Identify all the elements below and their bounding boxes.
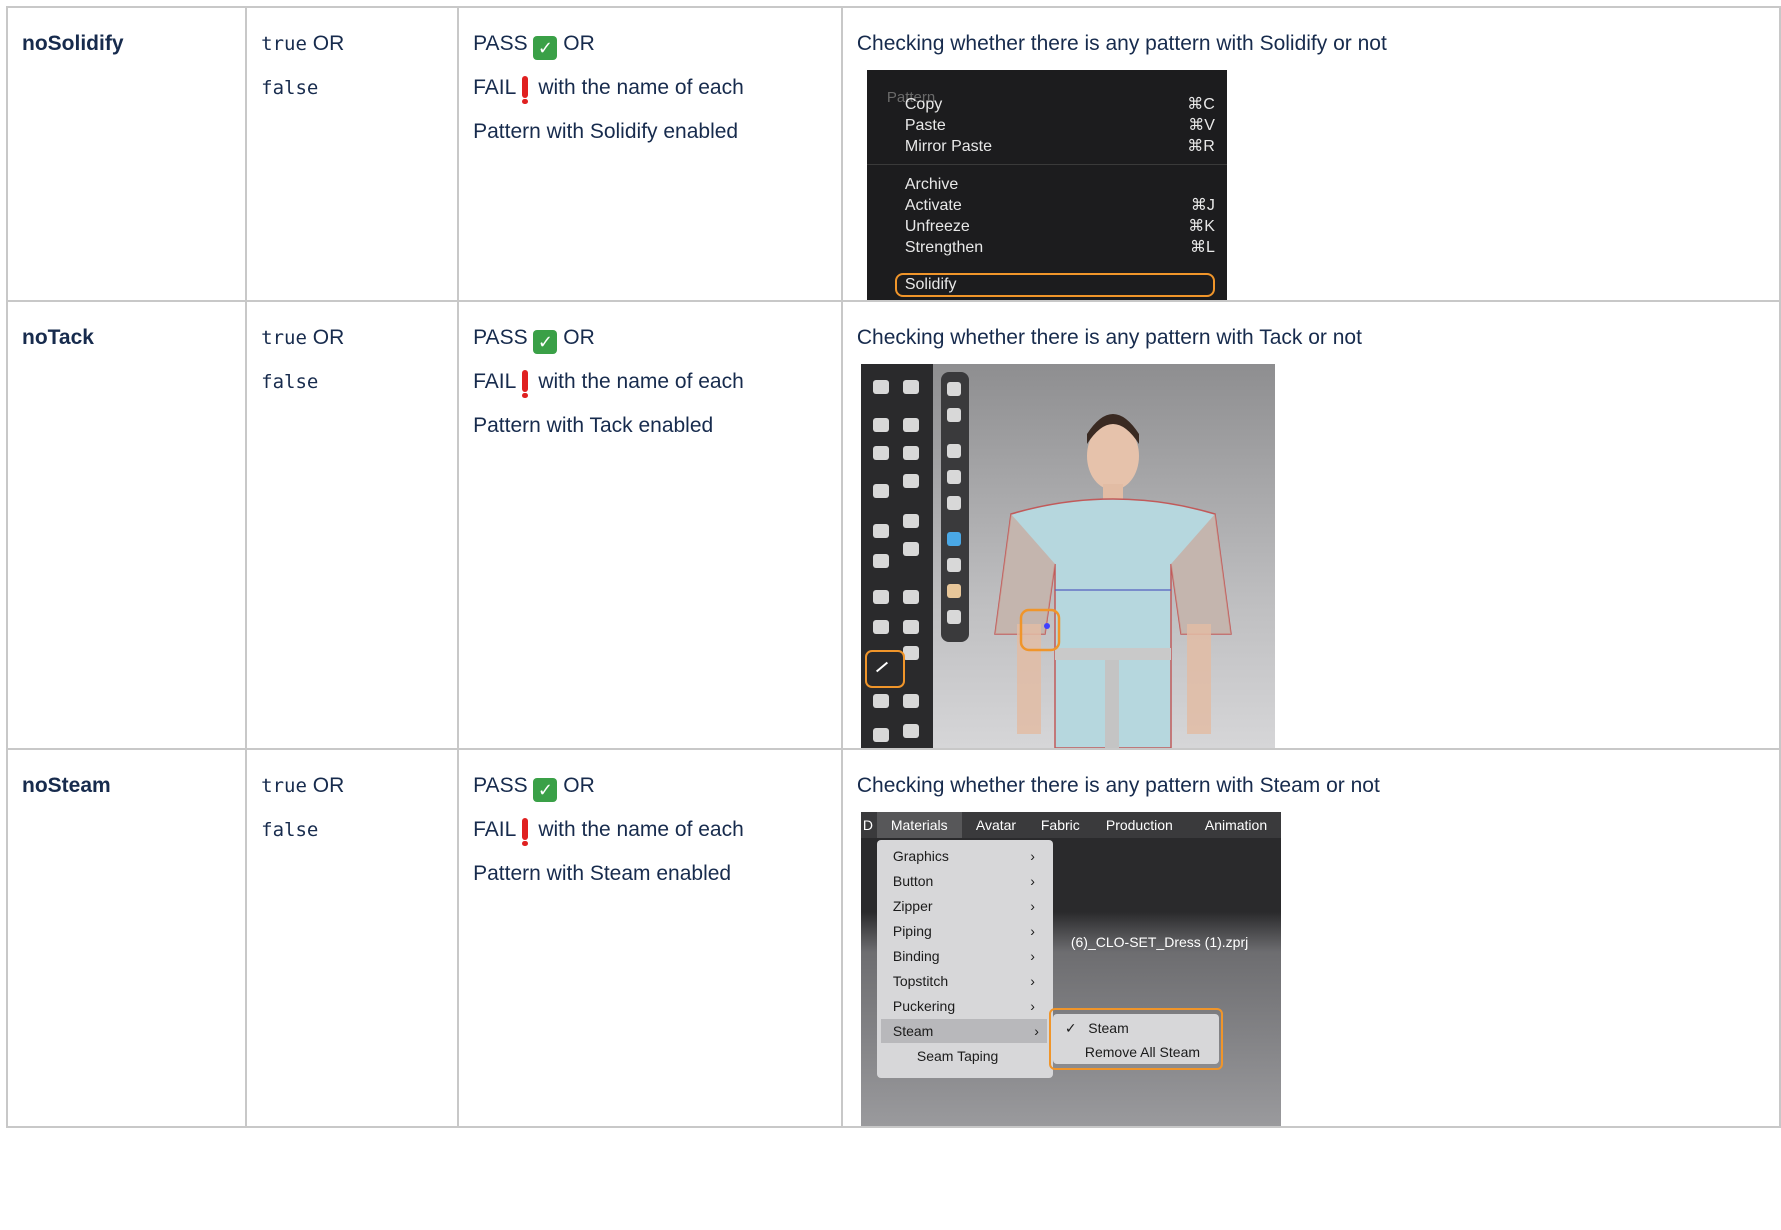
rule-result: PASS ✓ OR FAIL with the name of each Patt…	[473, 326, 744, 437]
check-mark-icon: ✓	[533, 778, 558, 802]
table-row: noSteam true OR false PASS ✓ OR FAIL with …	[5, 748, 1781, 1128]
rule-description: Checking whether there is any pattern wi…	[843, 750, 1779, 1126]
rule-name: noSolidify	[22, 32, 124, 55]
rule-values: true OR false	[261, 774, 345, 841]
rule-result: PASS ✓ OR FAIL with the name of each Patt…	[473, 774, 744, 885]
avatar-dress	[994, 414, 1232, 748]
menu-item-mirror-paste: Mirror Paste ⌘R	[904, 138, 1215, 155]
pattern-context-menu-screenshot: Pattern Copy ⌘C Paste ⌘V Mirror Paste ⌘R Ar…	[866, 70, 1227, 300]
rule-result: PASS ✓ OR FAIL with the name of each Patt…	[473, 32, 744, 143]
menu-item-strengthen: Strengthen ⌘L	[904, 239, 1215, 256]
file-name: (6)_CLO-SET_Dress (1).zprj	[1070, 934, 1249, 950]
tack-tool-screenshot	[860, 364, 1275, 748]
rule-values: true OR false	[261, 326, 345, 393]
menu-item-unfreeze: Unfreeze ⌘K	[904, 218, 1215, 235]
exclamation-icon	[522, 370, 529, 398]
menu-item-archive: Archive	[904, 176, 959, 193]
steam-submenu: ✓ Steam Remove All Steam	[1048, 1008, 1223, 1070]
menu-item-paste: Paste ⌘V	[904, 117, 1215, 134]
exclamation-icon	[522, 76, 529, 104]
materials-menu-screenshot: D Materials Avatar Fabric Production Ani…	[860, 812, 1281, 1126]
check-mark-icon: ✓	[533, 36, 558, 60]
materials-dropdown: Graphics › Button › Zipper › Piping › Bindin…	[876, 840, 1053, 1078]
rule-values: true OR false	[261, 32, 345, 99]
rule-description: Checking whether there is any pattern wi…	[843, 8, 1779, 300]
table-row: noSolidify true OR false PASS ✓ OR FAIL wi…	[5, 6, 1781, 302]
rule-name: noSteam	[22, 774, 111, 797]
validation-table: noSolidify true OR false PASS ✓ OR FAIL wi…	[5, 6, 1781, 1128]
menu-divider	[866, 164, 1227, 165]
menu-item-activate: Activate ⌘J	[904, 197, 1215, 214]
menu-bar: D Materials Avatar Fabric Production Ani…	[860, 812, 1281, 838]
exclamation-icon	[522, 818, 529, 846]
table-row: noTack true OR false PASS ✓ OR FAIL with t…	[5, 300, 1781, 750]
rule-name: noTack	[22, 326, 94, 349]
rule-description: Checking whether there is any pattern wi…	[843, 302, 1779, 748]
menu-item-copy: Copy ⌘C	[904, 96, 1215, 113]
check-mark-icon: ✓	[533, 330, 558, 354]
highlight-ring	[894, 273, 1215, 297]
highlight-ring	[1048, 1008, 1223, 1070]
